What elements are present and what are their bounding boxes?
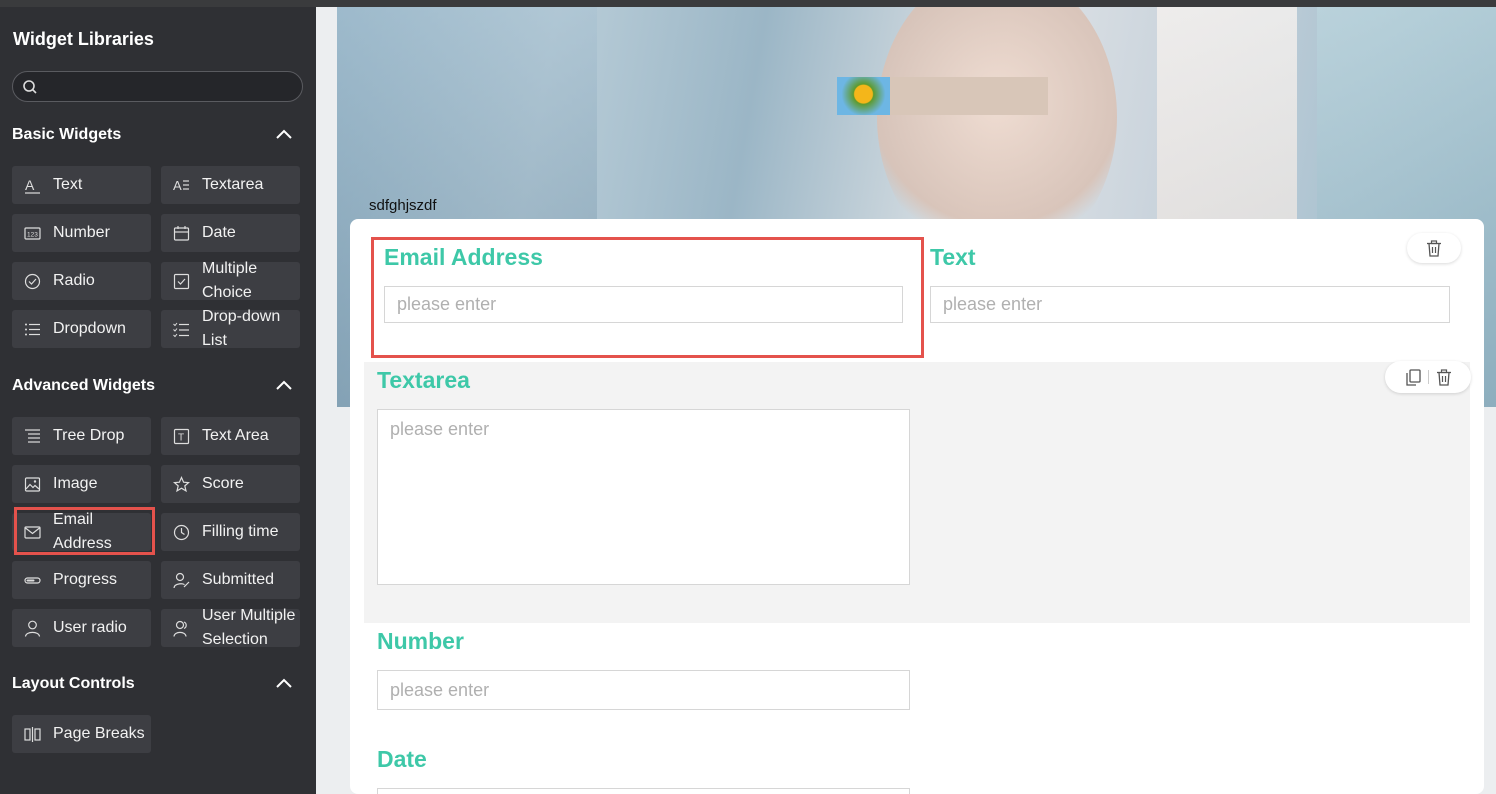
star-icon: [173, 476, 190, 493]
list-icon: [25, 323, 40, 336]
textarea-field[interactable]: please enter: [377, 409, 910, 585]
widget-image[interactable]: Image: [12, 465, 151, 503]
form-canvas: sdfghjszdf Email Address please enter Te…: [316, 7, 1496, 794]
banner-caption: sdfghjszdf: [369, 197, 437, 214]
widget-label: Text: [53, 176, 83, 193]
widget-label: Image: [53, 475, 98, 492]
calendar-icon: [173, 226, 190, 241]
widget-text[interactable]: A Text: [12, 166, 151, 204]
widget-tree-drop[interactable]: Tree Drop: [12, 417, 151, 455]
widget-progress[interactable]: Progress: [12, 561, 151, 599]
widget-submitted[interactable]: Submitted: [161, 561, 300, 599]
widget-date[interactable]: Date: [161, 214, 300, 252]
text-icon: A: [25, 177, 40, 194]
window-top-bar: [0, 0, 1496, 7]
clock-icon: [173, 524, 190, 541]
checklist-icon: [173, 322, 189, 338]
widget-label: Textarea: [202, 176, 264, 193]
chevron-up-icon[interactable]: [275, 379, 293, 391]
text-field[interactable]: please enter: [930, 286, 1450, 323]
trash-icon[interactable]: [1426, 239, 1442, 257]
sunflower-logo: [837, 77, 890, 115]
widget-label: Score: [202, 475, 244, 492]
number-field[interactable]: please enter: [377, 670, 910, 710]
svg-text:A: A: [173, 178, 182, 193]
chevron-up-icon[interactable]: [275, 677, 293, 689]
checkbox-icon: [173, 273, 190, 290]
basic-widgets-heading: Basic Widgets: [12, 126, 122, 143]
svg-text:T: T: [178, 433, 184, 444]
number-icon: 123: [24, 227, 41, 240]
sidebar-title: Widget Libraries: [13, 29, 154, 49]
copy-icon[interactable]: [1405, 368, 1421, 386]
textarea-icon: A: [173, 178, 189, 193]
widget-label: Progress: [53, 571, 118, 588]
svg-text:123: 123: [27, 232, 38, 239]
widget-dropdown-list[interactable]: Drop-down List: [161, 308, 300, 349]
chevron-up-icon[interactable]: [275, 128, 293, 140]
widget-number[interactable]: 123 Number: [12, 214, 151, 252]
widget-label: Tree Drop: [53, 427, 125, 444]
row-delete-toolbar: [1407, 233, 1461, 263]
widget-text-area[interactable]: T Text Area: [161, 417, 300, 455]
textarea-field-label: Textarea: [377, 367, 470, 393]
email-field-highlight: [371, 237, 924, 358]
date-field-label: Date: [377, 746, 427, 772]
widget-radio[interactable]: Radio: [12, 262, 151, 300]
widget-user-multiple-selection[interactable]: User Multiple Selection: [161, 607, 300, 648]
radio-check-icon: [24, 273, 41, 290]
widget-library-sidebar: Widget Libraries Basic Widgets A Text A …: [0, 7, 316, 794]
image-icon: [24, 477, 41, 492]
widget-textarea[interactable]: A Textarea: [161, 166, 300, 204]
widget-label: Number: [53, 224, 110, 241]
widget-label: Date: [202, 224, 236, 241]
trash-icon[interactable]: [1436, 368, 1452, 386]
user-edit-icon: [173, 572, 190, 589]
number-field-label: Number: [377, 628, 464, 654]
date-field[interactable]: [377, 788, 910, 794]
widget-label: Multiple Choice: [202, 260, 258, 301]
svg-text:A: A: [25, 177, 35, 193]
blurred-title: [890, 77, 1048, 115]
search-icon: [23, 80, 37, 94]
page-break-icon: [24, 727, 41, 742]
widget-multiple-choice[interactable]: Multiple Choice: [161, 260, 300, 301]
tree-icon: [25, 429, 40, 443]
widget-label: Submitted: [202, 571, 275, 588]
widget-label: Radio: [53, 272, 95, 289]
widget-dropdown[interactable]: Dropdown: [12, 310, 151, 348]
widget-label: Filling time: [202, 523, 279, 540]
text-field-label: Text: [930, 244, 976, 270]
form-panel: Email Address please enter Text please e…: [350, 219, 1484, 794]
widget-user-radio[interactable]: User radio: [12, 609, 151, 647]
widget-filling-time[interactable]: Filling time: [161, 513, 300, 551]
widget-page-breaks[interactable]: Page Breaks: [12, 715, 151, 753]
widget-label: User Multiple Selection: [202, 607, 296, 648]
widget-label: Text Area: [202, 427, 269, 444]
widget-score[interactable]: Score: [161, 465, 300, 503]
progress-icon: [24, 577, 41, 584]
widget-label: User radio: [53, 619, 127, 636]
user-icon: [24, 620, 41, 637]
layout-controls-heading: Layout Controls: [12, 675, 135, 692]
row-action-toolbar: [1385, 361, 1471, 393]
widget-search-input[interactable]: [12, 71, 303, 102]
toolbar-divider: [1427, 370, 1429, 384]
widget-label: Drop-down List: [202, 308, 281, 349]
text-box-icon: T: [173, 428, 190, 445]
users-icon: [173, 620, 187, 637]
widget-label: Dropdown: [53, 320, 126, 337]
advanced-widgets-heading: Advanced Widgets: [12, 377, 155, 394]
widget-label: Page Breaks: [53, 725, 145, 742]
email-widget-highlight: [14, 507, 155, 555]
